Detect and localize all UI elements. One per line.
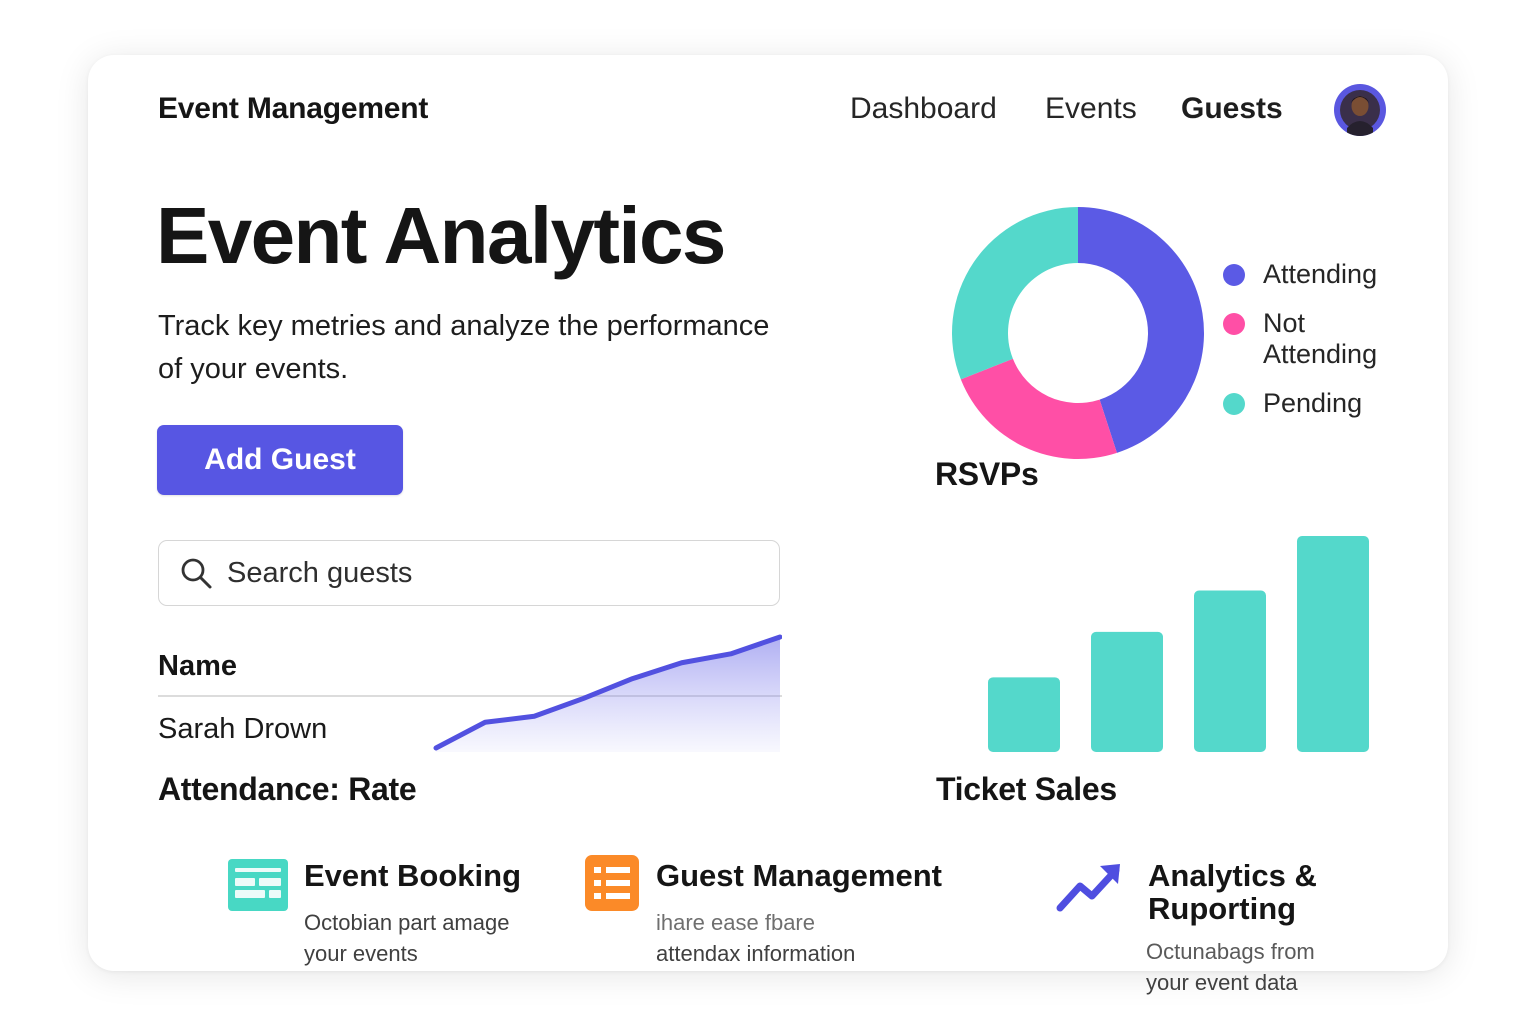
legend-item-pending: Pending — [1223, 388, 1403, 419]
feature-desc-line: Octunabags from — [1146, 939, 1315, 964]
feature-desc: ihare ease fbare attendax information — [656, 907, 855, 969]
rsvp-donut-chart — [952, 207, 1204, 459]
ticket-sales-bar — [1091, 631, 1163, 752]
legend-label: Attending — [1263, 259, 1378, 289]
feature-title: Event Booking — [304, 858, 522, 893]
search-icon — [181, 558, 212, 589]
feature-desc: Octobian part amage your events — [304, 907, 509, 969]
page-subtitle: Track key metries and analyze the perfor… — [158, 305, 878, 391]
ticket-sales-bar — [1297, 536, 1369, 752]
feature-desc-line: attendax information — [656, 941, 856, 966]
ticket-sales-bar — [988, 677, 1060, 752]
feature-desc-line: ihare ease fbare — [656, 910, 815, 935]
legend-item-not-attending: Not Attending — [1223, 308, 1403, 370]
legend-label: Pending — [1263, 388, 1363, 418]
add-guest-button[interactable]: Add Guest — [157, 425, 403, 495]
subtitle-line: of your events. — [158, 353, 349, 385]
ticket-sales-bar — [1194, 590, 1266, 752]
attendance-rate-title: Attendance: Rate — [158, 771, 417, 807]
user-avatar-icon — [1340, 90, 1380, 136]
feature-desc-line: Octobian part amage — [304, 910, 510, 935]
legend-dot — [1223, 264, 1245, 286]
nav-guests[interactable]: Guests — [1181, 92, 1283, 126]
nav-dashboard[interactable]: Dashboard — [850, 92, 997, 126]
search-box[interactable] — [158, 540, 780, 606]
page-title: Event Analytics — [156, 191, 726, 280]
feature-title: Analytics & Ruporting — [1148, 859, 1317, 925]
donut-slice-pending — [952, 207, 1078, 380]
nav-events[interactable]: Events — [1045, 92, 1137, 126]
avatar[interactable] — [1334, 84, 1386, 136]
booking-icon — [228, 859, 288, 911]
feature-desc-line: your event data — [1146, 970, 1298, 995]
table-header-name: Name — [158, 650, 237, 682]
rsvp-title: RSVPs — [935, 456, 1039, 492]
brand-title: Event Management — [158, 92, 429, 125]
legend-dot — [1223, 313, 1245, 335]
ticket-sales-chart — [988, 536, 1369, 752]
feature-title-line: Ruporting — [1148, 891, 1297, 926]
ticket-sales-title: Ticket Sales — [936, 771, 1117, 807]
attendance-rate-chart — [433, 634, 782, 752]
legend-label: Not Attending — [1263, 308, 1378, 369]
search-input[interactable] — [225, 555, 749, 591]
trend-up-icon — [1056, 864, 1120, 912]
legend-item-attending: Attending — [1223, 259, 1403, 290]
feature-title: Guest Management — [656, 858, 942, 893]
rsvp-legend: Attending Not Attending Pending — [1223, 259, 1403, 419]
feature-title-line: Analytics & — [1148, 858, 1317, 893]
feature-desc: Octunabags from your event data — [1146, 936, 1315, 998]
subtitle-line: Track key metries and analyze the perfor… — [158, 310, 770, 342]
donut-slice-not-attending — [960, 358, 1117, 459]
feature-desc-line: your events — [304, 941, 418, 966]
legend-dot — [1223, 393, 1245, 415]
list-icon — [585, 855, 639, 911]
table-row[interactable]: Sarah Drown — [158, 713, 327, 746]
